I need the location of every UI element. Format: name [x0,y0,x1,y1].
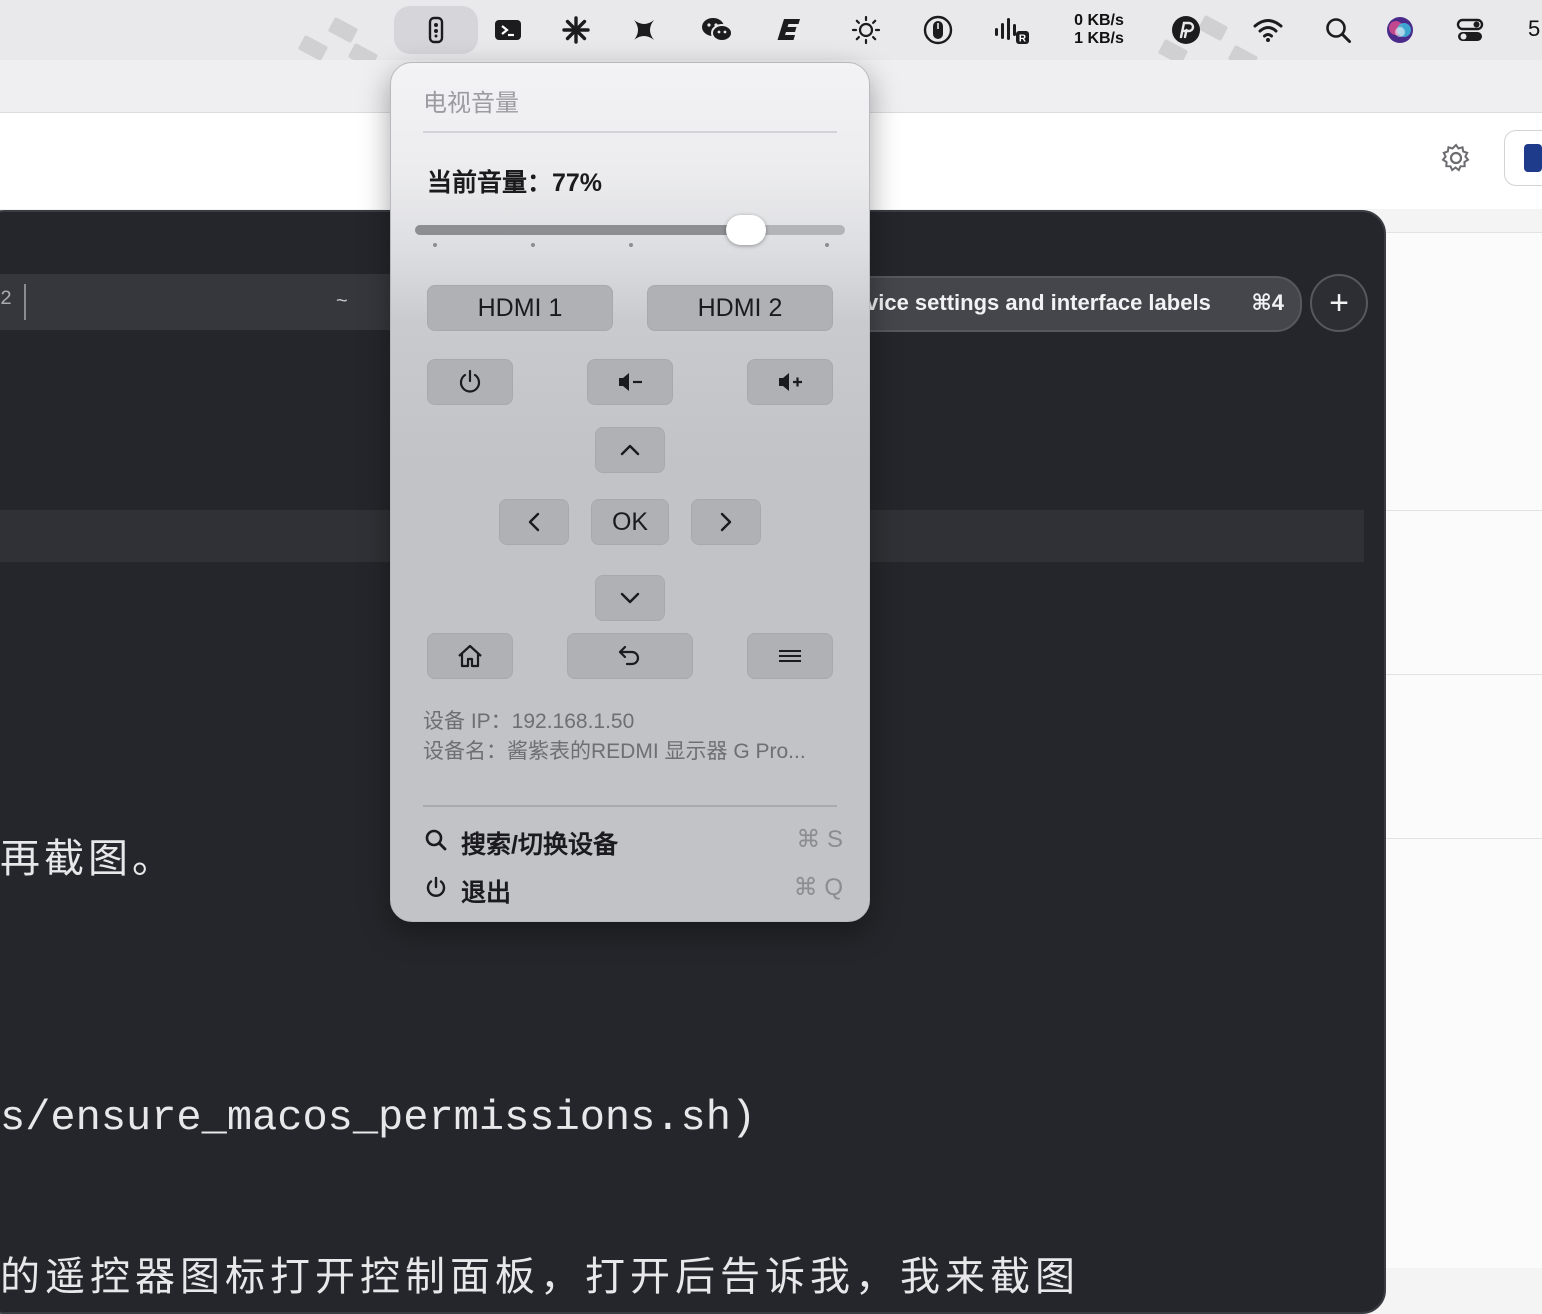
menu-button[interactable] [747,633,833,679]
hdmi1-label: HDMI 1 [477,293,563,322]
remote-icon[interactable] [418,12,454,48]
menu-bar: R 0 KB/s 1 KB/s 5 [0,0,1542,60]
menubar-clock-edge: 5 [1528,16,1541,41]
volume-up-icon [779,373,802,391]
pp-app-icon[interactable] [1168,12,1204,48]
terminal-line: 再截图。 [0,836,176,882]
tv-remote-panel: 电视音量 当前音量：77% HDMI 1 HDMI 2 OK 设备 IP：192… [390,62,870,922]
dpad-down-button[interactable] [595,575,665,621]
volume-slider-fill [415,225,747,235]
chevron-up-icon [620,444,640,456]
dpad-up-button[interactable] [595,427,665,473]
mouse-icon[interactable] [920,12,956,48]
device-name: 设备名：酱紫表的REDMI 显示器 G Pro... [423,740,806,763]
terminal-tab-path: ~ [336,290,348,312]
device-ip: 设备 IP：192.168.1.50 [423,710,635,733]
hdmi2-label: HDMI 2 [697,293,783,322]
divider [423,805,837,807]
menu-item-shortcut: ⌘ S [796,826,843,853]
chevron-right-icon [720,512,732,532]
app-icon [1524,144,1542,172]
tab-cursor-divider [24,284,26,320]
volume-label: 当前音量：77% [427,169,603,197]
dpad-ok-button[interactable]: OK [591,499,669,545]
hdmi2-button[interactable]: HDMI 2 [647,285,833,331]
brightness-icon[interactable] [848,12,884,48]
settings-gear-icon[interactable] [1440,142,1472,174]
menu-item-label: 搜索/切换设备 [461,831,618,859]
terminal-active-tab[interactable]: vice settings and interface labels ⌘4 [820,276,1302,332]
wechat-icon[interactable] [696,12,738,48]
slider-tick [433,243,437,247]
chevron-left-icon [528,512,540,532]
volume-up-button[interactable] [747,359,833,405]
control-center-icon[interactable] [1452,12,1488,48]
terminal-tab-number: 2 [0,288,13,311]
spotlight-icon[interactable] [1320,12,1356,48]
siri-icon[interactable] [1382,12,1418,48]
net-upload: 0 KB/s [1074,12,1124,29]
knot-app-icon[interactable] [626,12,662,48]
svg-text:R: R [1019,34,1027,45]
e-app-icon[interactable] [772,12,808,48]
volume-slider[interactable] [415,215,845,245]
back-button[interactable] [567,633,693,679]
terminal-line: s/ensure_macos_permissions.sh) [0,1094,757,1142]
home-icon [458,644,482,668]
menu-item-shortcut: ⌘ Q [793,874,843,901]
audio-meter-icon[interactable]: R [990,12,1032,48]
terminal-line: 的遥控器图标打开控制面板，打开后告诉我，我来截图 [0,1254,1080,1300]
dpad-right-button[interactable] [691,499,761,545]
menu-item-quit[interactable]: 退出 ⌘ Q [423,869,843,909]
active-tab-label: vice settings and interface labels [866,290,1211,315]
ok-label: OK [611,507,649,536]
divider [423,131,837,133]
power-icon [423,875,449,901]
right-side-panel [1384,232,1542,1268]
hdmi1-button[interactable]: HDMI 1 [427,285,613,331]
volume-slider-knob[interactable] [726,215,767,245]
chevron-down-icon [620,592,640,604]
menu-item-label: 退出 [461,879,512,907]
terminal-tab[interactable] [0,274,390,330]
slider-tick [531,243,535,247]
slider-tick [629,243,633,247]
volume-down-button[interactable] [587,359,673,405]
menu-item-search-switch-device[interactable]: 搜索/切换设备 ⌘ S [423,821,843,861]
volume-down-icon [619,373,642,391]
net-download: 1 KB/s [1074,30,1124,47]
wifi-icon[interactable] [1250,12,1286,48]
back-arrow-icon [618,645,640,666]
dpad-left-button[interactable] [499,499,569,545]
panel-title: 电视音量 [423,90,519,117]
power-icon [459,369,481,393]
home-button[interactable] [427,633,513,679]
active-tab-shortcut: ⌘4 [1251,290,1284,315]
power-button[interactable] [427,359,513,405]
new-tab-button[interactable]: + [1310,274,1368,332]
terminal-app-icon[interactable] [490,12,526,48]
search-icon [423,827,449,853]
asterisk-icon[interactable] [558,12,594,48]
network-speed[interactable]: 0 KB/s 1 KB/s [1066,12,1132,48]
slider-tick [825,243,829,247]
menu-lines-icon [779,650,801,662]
